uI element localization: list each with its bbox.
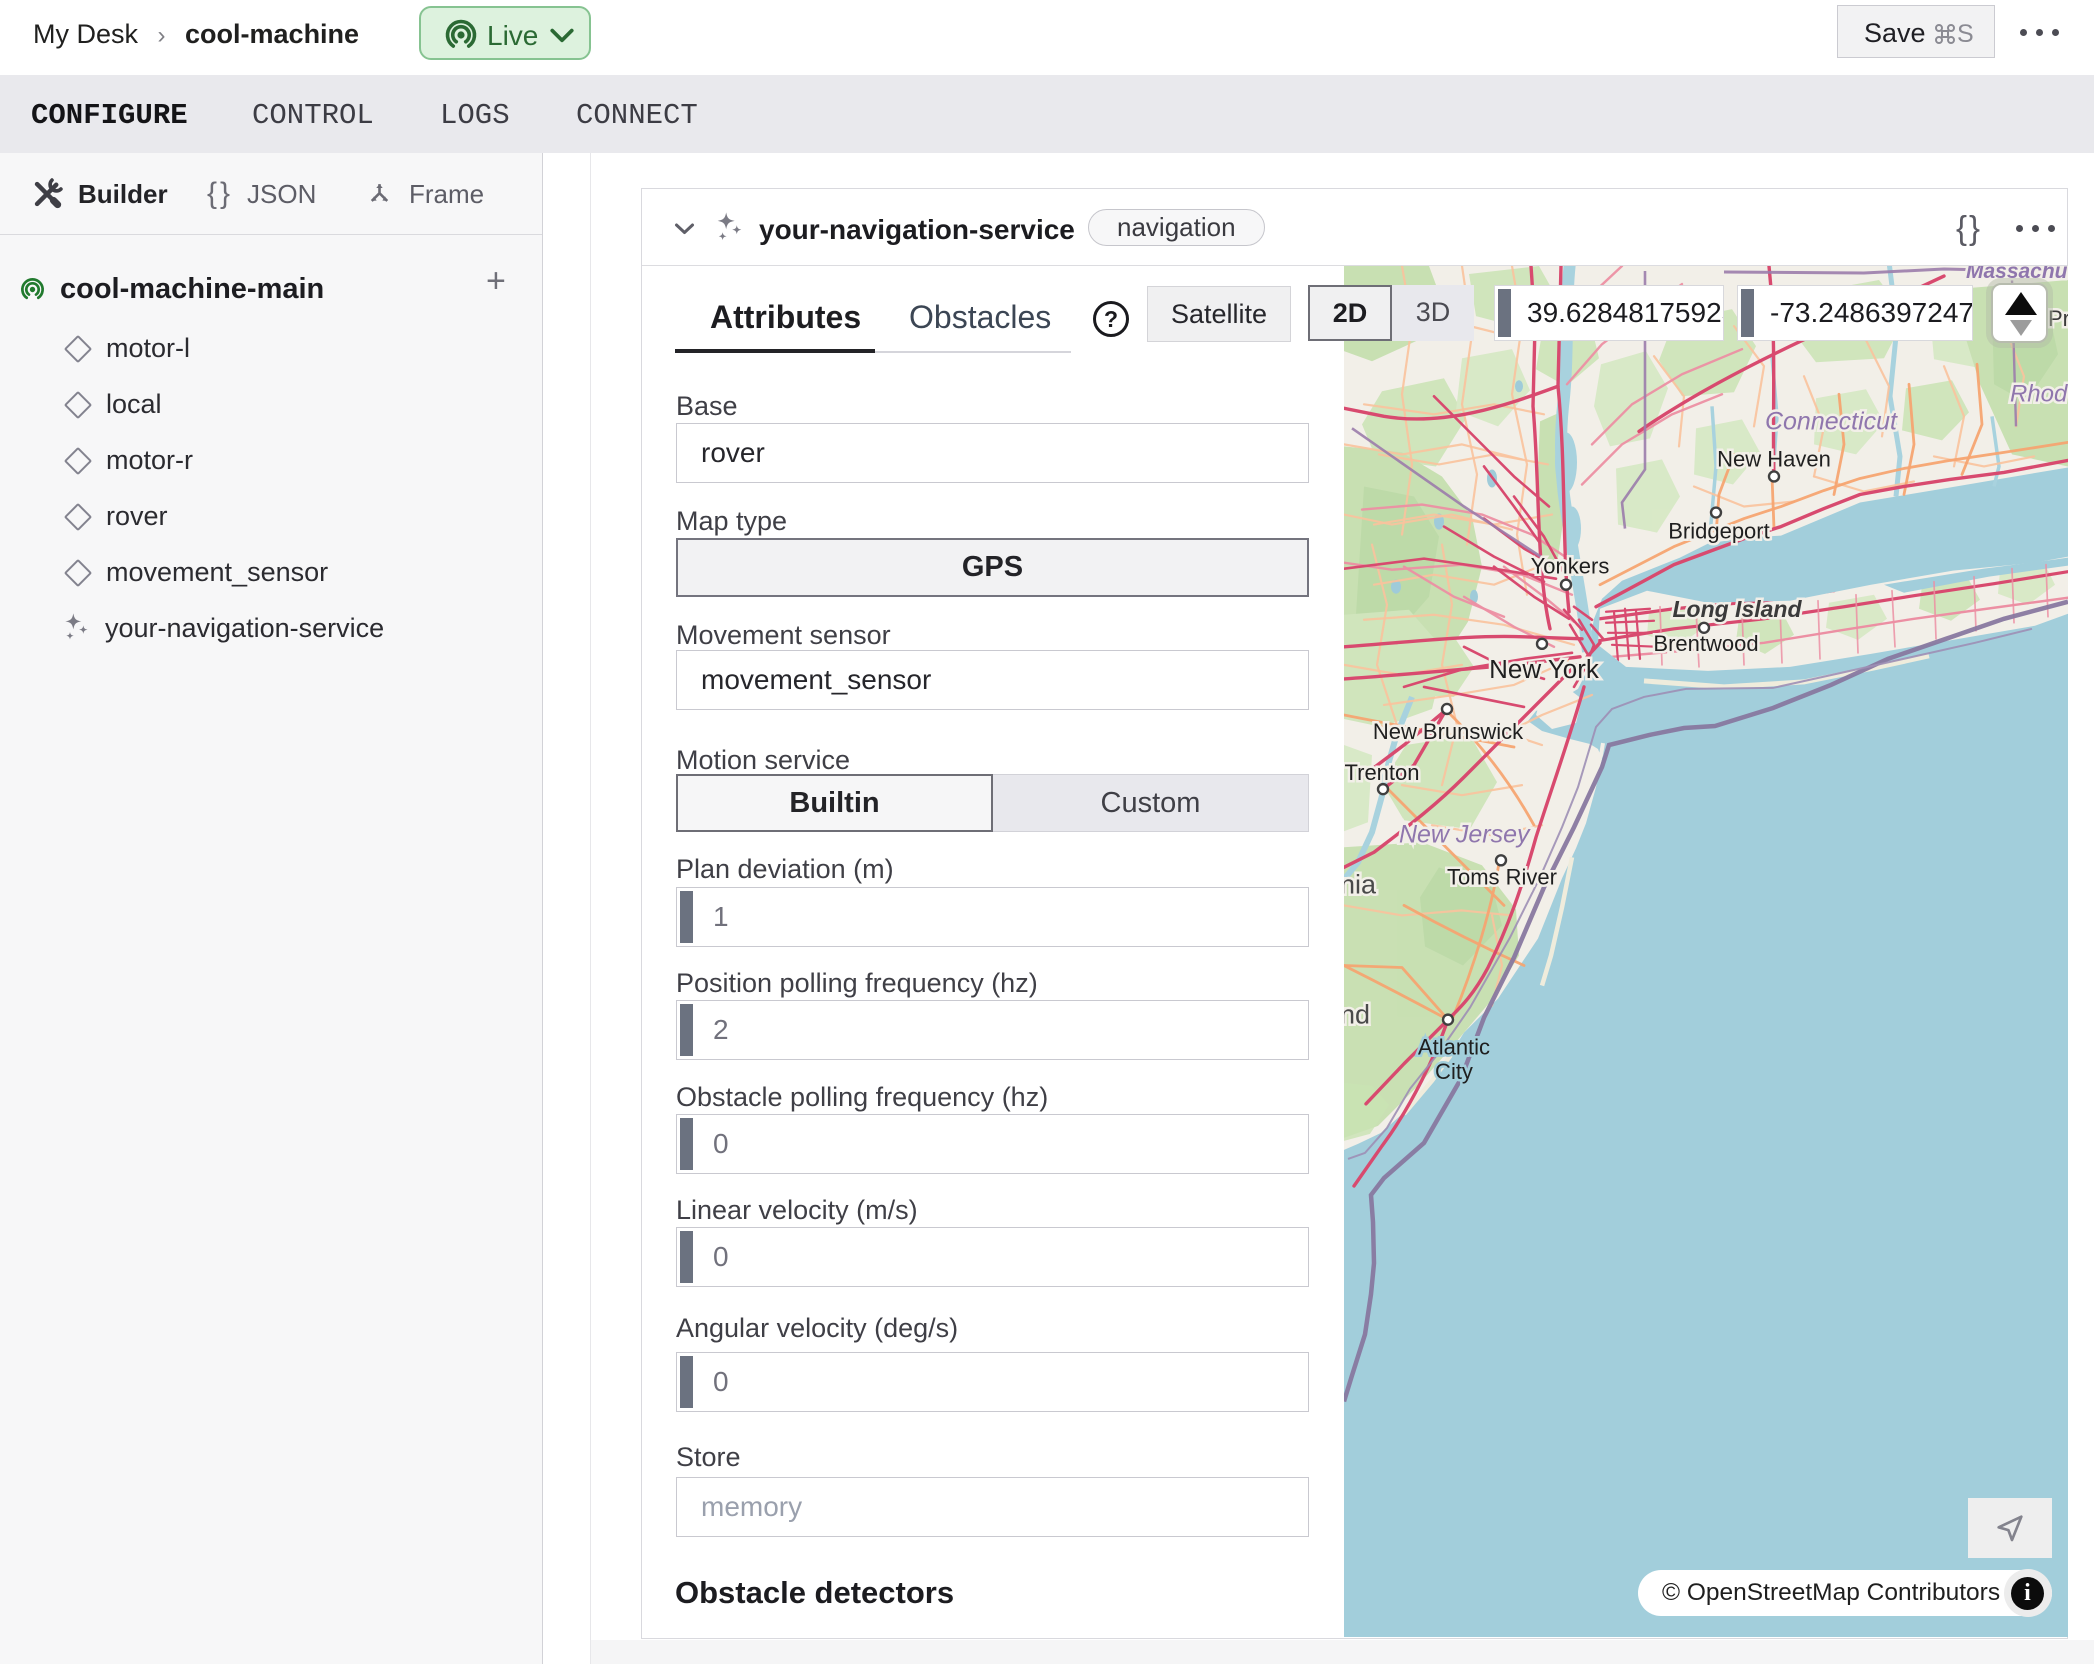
svg-text:City: City: [1435, 1059, 1473, 1084]
svg-text:Massachu: Massachu: [1966, 266, 2068, 283]
svg-text:?: ?: [1104, 306, 1118, 332]
svg-text:New Brunswick: New Brunswick: [1373, 719, 1524, 744]
svg-text:Connecticut: Connecticut: [1765, 407, 1898, 435]
svg-text:Pro: Pro: [2048, 306, 2068, 331]
svg-text:Long Island: Long Island: [1673, 596, 1803, 622]
svg-text:New Jersey: New Jersey: [1399, 820, 1531, 848]
svg-text:Yonkers: Yonkers: [1531, 554, 1610, 579]
svg-text:Atlantic: Atlantic: [1418, 1035, 1490, 1060]
svg-text:Brentwood: Brentwood: [1653, 631, 1758, 656]
svg-text:New Haven: New Haven: [1717, 446, 1831, 471]
svg-text:Toms River: Toms River: [1447, 864, 1557, 889]
svg-text:Trenton: Trenton: [1345, 760, 1420, 785]
svg-text:nia: nia: [1344, 869, 1377, 899]
svg-text:nd: nd: [1344, 1000, 1370, 1030]
svg-text:New York: New York: [1489, 654, 1600, 684]
svg-text:Bridgeport: Bridgeport: [1668, 519, 1769, 544]
svg-text:Rhod: Rhod: [2010, 380, 2068, 407]
